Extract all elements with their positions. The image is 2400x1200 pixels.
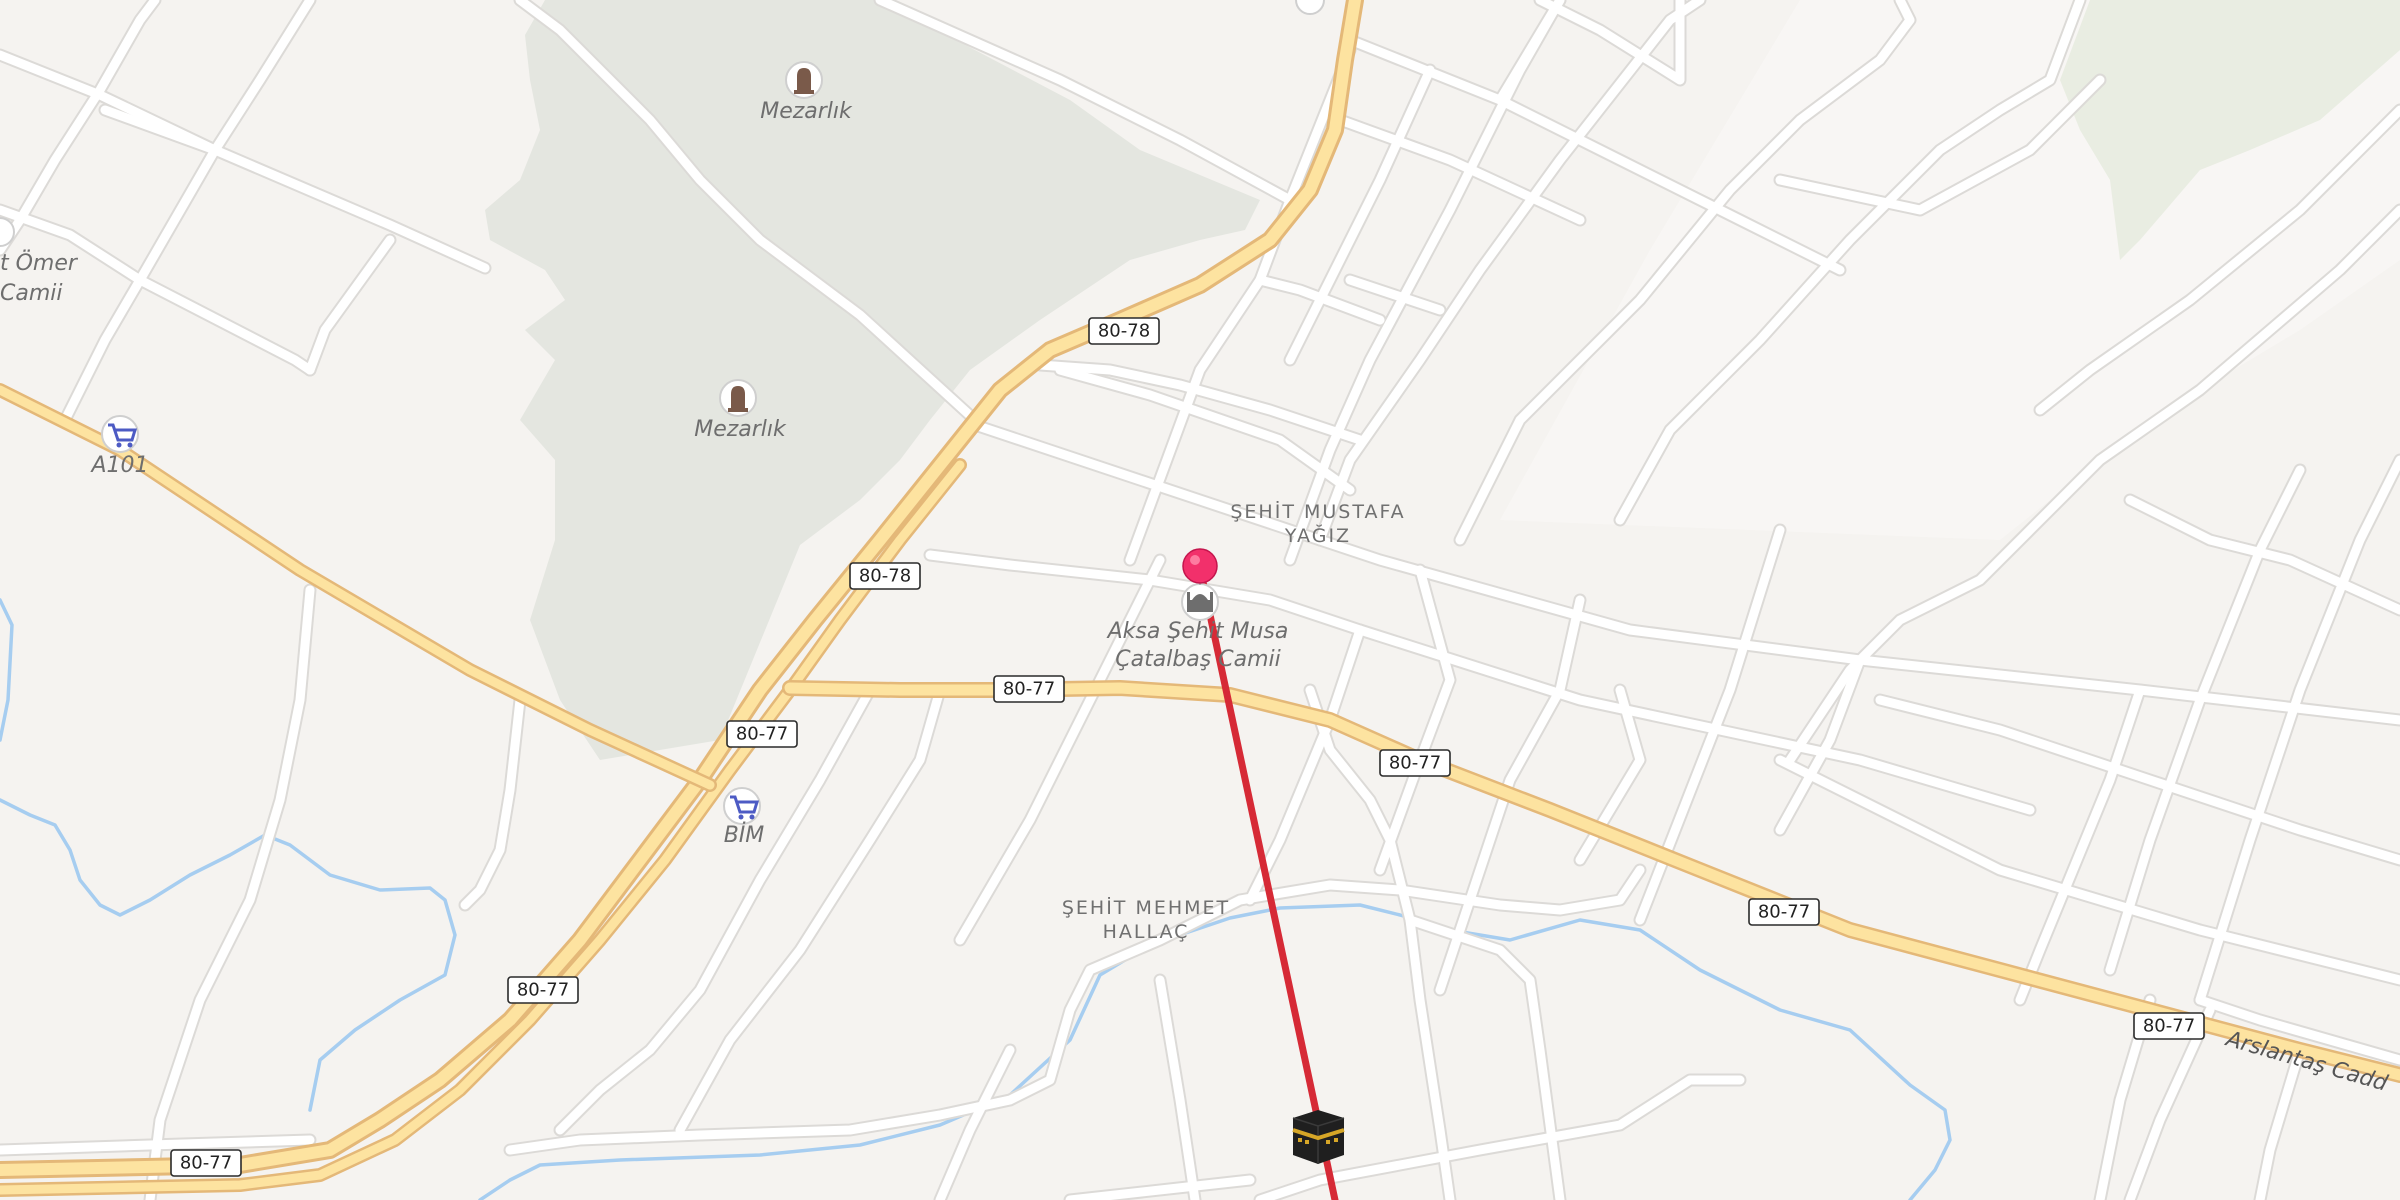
kaaba-icon[interactable] bbox=[1292, 1110, 1345, 1164]
road-shield: 80-77 bbox=[1379, 749, 1451, 777]
road-shield: 80-77 bbox=[1748, 898, 1820, 926]
mosque-left-label-2: Camii bbox=[0, 281, 63, 306]
district-label-mustafa-2: YAĞIZ bbox=[1284, 523, 1351, 547]
cemetery-label-1: Mezarlık bbox=[760, 99, 853, 124]
road-shield: 80-78 bbox=[1088, 317, 1160, 345]
road-shield-label: 80-77 bbox=[517, 980, 569, 1001]
road-shield-label: 80-77 bbox=[180, 1153, 232, 1174]
market-a101-label: A101 bbox=[89, 453, 148, 478]
road-shield-label: 80-77 bbox=[1758, 902, 1810, 923]
mosque-main-label-1: Aksa Şehit Musa bbox=[1106, 619, 1289, 644]
road-shield-label: 80-78 bbox=[1098, 321, 1150, 342]
district-label-mehmet-1: ŞEHİT MEHMET bbox=[1062, 896, 1230, 919]
road-shield: 80-78 bbox=[849, 562, 921, 590]
road-shield: 80-77 bbox=[507, 976, 579, 1004]
mosque-main-label-2: Çatalbaş Camii bbox=[1115, 647, 1280, 672]
road-shield-label: 80-77 bbox=[1389, 753, 1441, 774]
mosque-left-label-1: t Ömer bbox=[0, 250, 79, 276]
district-label-mehmet-2: HALLAÇ bbox=[1103, 921, 1190, 943]
road-shield-label: 80-77 bbox=[2143, 1016, 2195, 1037]
road-shield-label: 80-77 bbox=[1003, 679, 1055, 700]
road-shield: 80-77 bbox=[2133, 1012, 2205, 1040]
road-shield: 80-77 bbox=[726, 720, 798, 748]
road-shield: 80-77 bbox=[170, 1149, 242, 1177]
map-canvas[interactable]: Mezarlık Mezarlık t Ömer Camii A101 BİM … bbox=[0, 0, 2400, 1200]
district-label-mustafa-1: ŞEHİT MUSTAFA bbox=[1230, 500, 1405, 523]
road-shield: 80-77 bbox=[993, 675, 1065, 703]
road-shield-label: 80-78 bbox=[859, 566, 911, 587]
cemetery-label-2: Mezarlık bbox=[694, 417, 787, 442]
market-bim-label: BİM bbox=[724, 822, 765, 848]
road-shield-label: 80-77 bbox=[736, 724, 788, 745]
